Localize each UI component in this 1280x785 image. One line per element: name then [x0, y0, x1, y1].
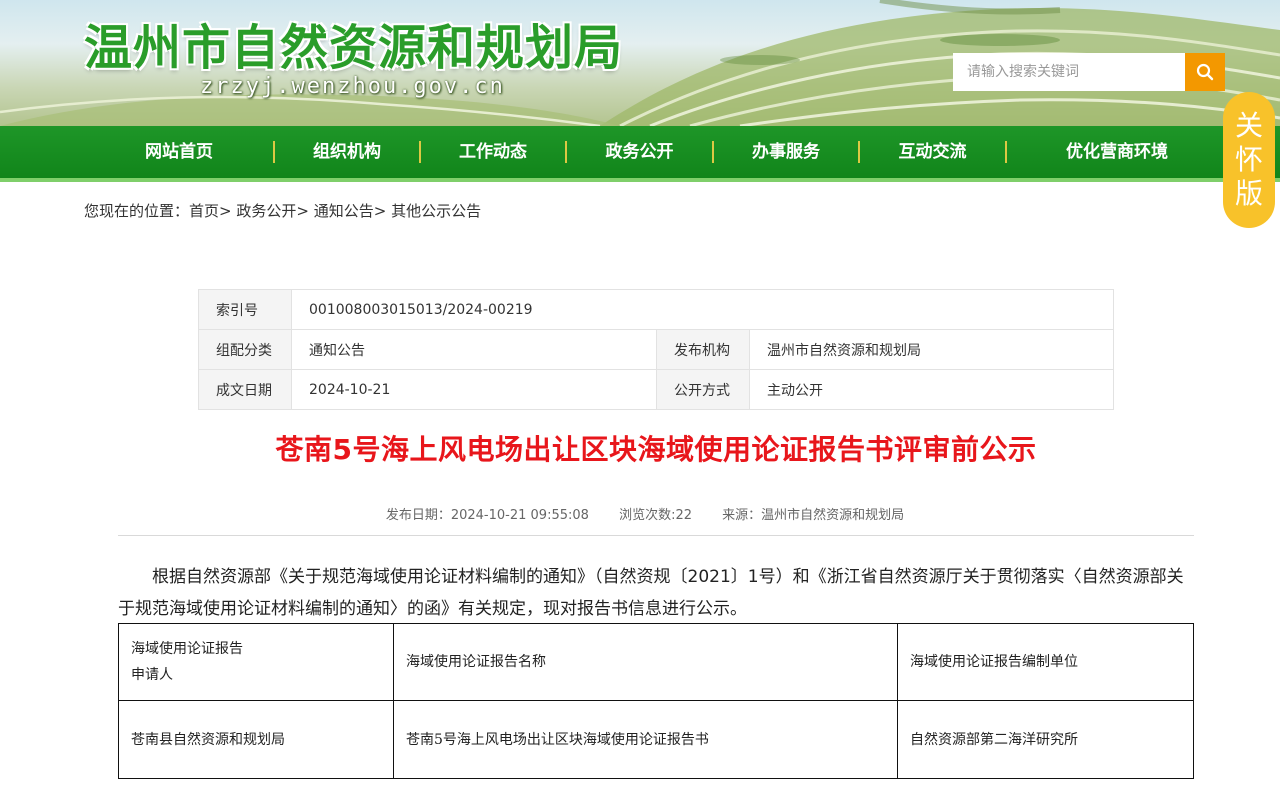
- breadcrumb-separator: >: [373, 202, 387, 220]
- table-header-row: 海域使用论证报告 申请人 海域使用论证报告名称 海域使用论证报告编制单位: [118, 623, 1194, 701]
- breadcrumb-home[interactable]: 首页: [189, 202, 219, 220]
- article-title: 苍南5号海上风电场出让区块海域使用论证报告书评审前公示: [275, 433, 1037, 466]
- nav-item-news[interactable]: 工作动态: [421, 126, 565, 178]
- meta-category-label: 组配分类: [198, 329, 292, 370]
- table-cell-applicant: 苍南县自然资源和规划局: [118, 700, 394, 779]
- meta-row: 索引号 001008003015013/2024-00219: [198, 289, 1114, 330]
- table-header-applicant: 海域使用论证报告 申请人: [118, 623, 394, 701]
- breadcrumb-other-notices[interactable]: 其他公示公告: [391, 202, 481, 220]
- nav-item-organization[interactable]: 组织机构: [275, 126, 419, 178]
- breadcrumb-prefix: 您现在的位置：: [84, 202, 190, 220]
- meta-category-value: 通知公告: [291, 329, 657, 370]
- table-header-report-name: 海域使用论证报告名称: [393, 623, 898, 701]
- search-button[interactable]: [1185, 53, 1225, 91]
- document-meta-table: 索引号 001008003015013/2024-00219 组配分类 通知公告…: [198, 289, 1114, 410]
- breadcrumb-notices[interactable]: 通知公告: [314, 202, 374, 220]
- header-applicant-line: 申请人: [131, 667, 173, 683]
- article-paragraph: 根据自然资源部《关于规范海域使用论证材料编制的通知》（自然资规〔2021〕1号）…: [118, 567, 1184, 619]
- care-mode-char: 怀: [1234, 143, 1263, 176]
- nav-item-services[interactable]: 办事服务: [714, 126, 858, 178]
- article-divider: [118, 535, 1194, 536]
- meta-index-label: 索引号: [198, 289, 292, 330]
- meta-index-value: 001008003015013/2024-00219: [291, 289, 1114, 330]
- breadcrumb-separator: >: [296, 202, 309, 220]
- nav-item-gov-affairs[interactable]: 政务公开: [567, 126, 712, 178]
- care-mode-button[interactable]: 关 怀 版: [1223, 92, 1275, 228]
- nav-item-business-env[interactable]: 优化营商环境: [1007, 126, 1227, 178]
- article-info: 发布日期：2024-10-21 09:55:08 浏览次数:22 来源：温州市自…: [0, 504, 1280, 523]
- meta-open-label: 公开方式: [656, 369, 750, 410]
- meta-row: 成文日期 2024-10-21 公开方式 主动公开: [198, 369, 1114, 410]
- site-title: 温州市自然资源和规划局: [84, 20, 624, 76]
- report-table: 海域使用论证报告 申请人 海域使用论证报告名称 海域使用论证报告编制单位 苍南县…: [118, 623, 1194, 779]
- nav-item-home[interactable]: 网站首页: [100, 126, 258, 178]
- site-domain: zrzyj.wenzhou.gov.cn: [200, 74, 505, 99]
- breadcrumb: 您现在的位置：首页> 政务公开> 通知公告> 其他公示公告: [84, 200, 481, 221]
- search-icon: [1196, 63, 1214, 81]
- search-input[interactable]: [953, 53, 1185, 91]
- meta-date-value: 2024-10-21: [291, 369, 657, 410]
- article-views: 浏览次数:22: [619, 508, 692, 523]
- table-cell-compiler: 自然资源部第二海洋研究所: [897, 700, 1194, 779]
- meta-row: 组配分类 通知公告 发布机构 温州市自然资源和规划局: [198, 329, 1114, 370]
- care-mode-char: 关: [1234, 109, 1263, 142]
- nav-item-interaction[interactable]: 互动交流: [860, 126, 1005, 178]
- meta-publisher-label: 发布机构: [656, 329, 750, 370]
- table-cell-report-name: 苍南5号海上风电场出让区块海域使用论证报告书: [393, 700, 898, 779]
- breadcrumb-separator: >: [219, 202, 232, 220]
- article-publish-date: 发布日期：2024-10-21 09:55:08: [385, 508, 589, 523]
- breadcrumb-gov-affairs[interactable]: 政务公开: [236, 202, 296, 220]
- meta-date-label: 成文日期: [198, 369, 292, 410]
- header-banner: 温州市自然资源和规划局 zrzyj.wenzhou.gov.cn: [0, 0, 1280, 126]
- article-source: 来源：温州市自然资源和规划局: [722, 508, 905, 523]
- table-row: 苍南县自然资源和规划局 苍南5号海上风电场出让区块海域使用论证报告书 自然资源部…: [118, 700, 1194, 779]
- care-mode-char: 版: [1234, 177, 1263, 210]
- meta-publisher-value: 温州市自然资源和规划局: [749, 329, 1114, 370]
- meta-open-value: 主动公开: [749, 369, 1114, 410]
- table-header-compiler: 海域使用论证报告编制单位: [897, 623, 1194, 701]
- header-applicant-line: 海域使用论证报告: [131, 641, 243, 657]
- main-nav: 网站首页 组织机构 工作动态 政务公开 办事服务 互动交流 优化营商环境: [0, 126, 1280, 182]
